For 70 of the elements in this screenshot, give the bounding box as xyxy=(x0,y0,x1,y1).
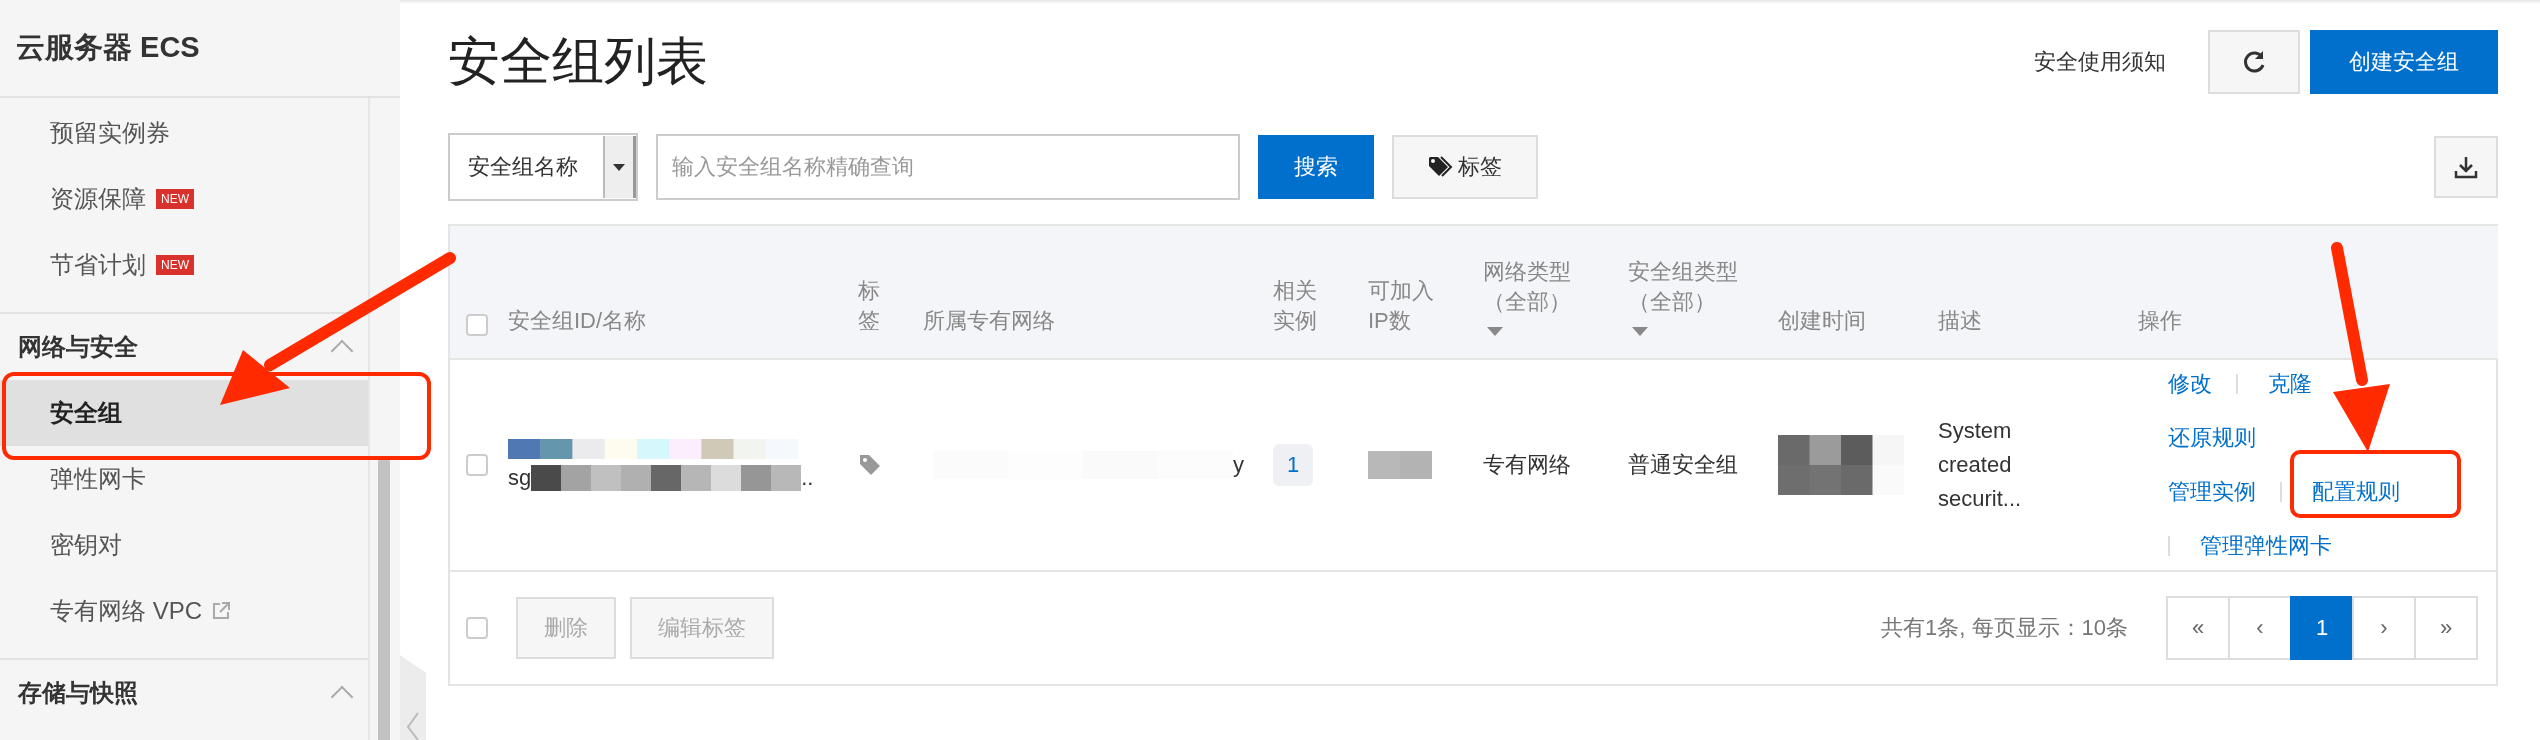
new-badge: NEW xyxy=(156,255,194,275)
search-button[interactable]: 搜索 xyxy=(1258,135,1374,199)
group-name[interactable]: sg xyxy=(508,465,532,491)
download-button[interactable] xyxy=(2434,136,2498,198)
pagination-summary: 共有1条, 每页显示：10条 xyxy=(1881,614,2128,642)
row-checkbox[interactable] xyxy=(466,454,488,476)
action-link[interactable]: 管理弹性网卡 xyxy=(2200,531,2356,561)
action-link[interactable]: 管理实例 xyxy=(2168,477,2280,507)
footer-checkbox[interactable] xyxy=(466,617,488,639)
search-field[interactable]: 输入安全组名称精确查询 xyxy=(656,134,1240,200)
column-header: 可加入IP数 xyxy=(1368,277,1434,335)
action-link[interactable]: 还原规则 xyxy=(2168,423,2280,453)
page-button[interactable]: 1 xyxy=(2290,596,2354,660)
tag-button[interactable]: 标签 xyxy=(1392,135,1538,199)
filter-caret-icon[interactable] xyxy=(1632,327,1648,336)
sidebar-item-label: 预留实例券 xyxy=(50,118,170,148)
group-type: 普通安全组 xyxy=(1628,451,1738,479)
menu-group-title[interactable]: 网络与安全 xyxy=(18,331,138,363)
sidebar-item-label: 节省计划 xyxy=(50,250,146,280)
sidebar-item[interactable]: 节省计划 NEW xyxy=(0,232,368,298)
sidebar-item[interactable]: 专有网络 VPC xyxy=(0,578,368,644)
tag-icon[interactable] xyxy=(858,453,882,477)
redaction-mosaic xyxy=(1368,451,1432,479)
select-all-checkbox[interactable] xyxy=(466,314,488,336)
page-button[interactable]: « xyxy=(2166,596,2230,660)
vpc-name[interactable]: y xyxy=(1233,452,1244,478)
column-header: 所属专有网络 xyxy=(923,307,1056,335)
sidebar-item-label: 密钥对 xyxy=(50,530,122,560)
filter-caret-icon[interactable] xyxy=(1487,327,1503,336)
column-header: 安全组ID/名称 xyxy=(508,307,648,335)
sidebar-item[interactable]: 安全组 xyxy=(0,380,368,446)
column-header: 网络类型 xyxy=(1483,258,1572,286)
column-header: 操作 xyxy=(2138,307,2183,335)
group-name: .. xyxy=(801,465,814,491)
page-button[interactable]: › xyxy=(2352,596,2416,660)
menu-group-title[interactable]: 存储与快照 xyxy=(18,677,138,709)
create-button[interactable]: 创建安全组 xyxy=(2310,30,2498,94)
refresh-icon xyxy=(2241,49,2267,75)
instance-count-link[interactable]: 1 xyxy=(1273,444,1314,486)
sidebar-item-label: 资源保障 xyxy=(50,184,146,214)
column-header: 描述 xyxy=(1938,307,1983,335)
column-header: 标签 xyxy=(858,277,880,335)
sidebar-item[interactable]: 资源保障 NEW xyxy=(0,166,368,232)
column-header: 相关实例 xyxy=(1273,277,1317,335)
page-button[interactable]: ‹ xyxy=(2228,596,2292,660)
sidebar-item[interactable]: 弹性网卡 xyxy=(0,446,368,512)
product-title: 云服务器 ECS xyxy=(0,0,400,98)
action-link[interactable]: 配置规则 xyxy=(2312,477,2424,507)
download-icon xyxy=(2454,155,2478,179)
action-link[interactable]: 克隆 xyxy=(2268,369,2336,399)
sidebar-item-label: 专有网络 VPC xyxy=(50,596,202,626)
sidebar-item[interactable]: 密钥对 xyxy=(0,512,368,578)
page-button[interactable]: » xyxy=(2414,596,2478,660)
column-header: （全部） xyxy=(1483,288,1572,316)
notice-link[interactable]: 安全使用须知 xyxy=(2034,47,2166,77)
description: System created securit... xyxy=(1938,417,2023,513)
page-title: 安全组列表 xyxy=(448,31,708,92)
network-type: 专有网络 xyxy=(1483,451,1571,479)
column-header: 创建时间 xyxy=(1778,307,1867,335)
filter-select[interactable]: 安全组名称 xyxy=(448,133,638,201)
sidebar-item-label: 弹性网卡 xyxy=(50,464,146,494)
action-link[interactable]: 修改 xyxy=(2168,369,2236,399)
column-header: （全部） xyxy=(1628,288,1717,316)
new-badge: NEW xyxy=(156,189,194,209)
sidebar-item-label: 安全组 xyxy=(50,398,122,428)
column-header: 安全组类型 xyxy=(1628,258,1739,286)
collapse-handle[interactable] xyxy=(400,655,426,740)
refresh-button[interactable] xyxy=(2208,30,2300,94)
dropdown-caret-icon xyxy=(613,163,625,171)
sidebar-item[interactable]: 预留实例券 xyxy=(0,100,368,166)
